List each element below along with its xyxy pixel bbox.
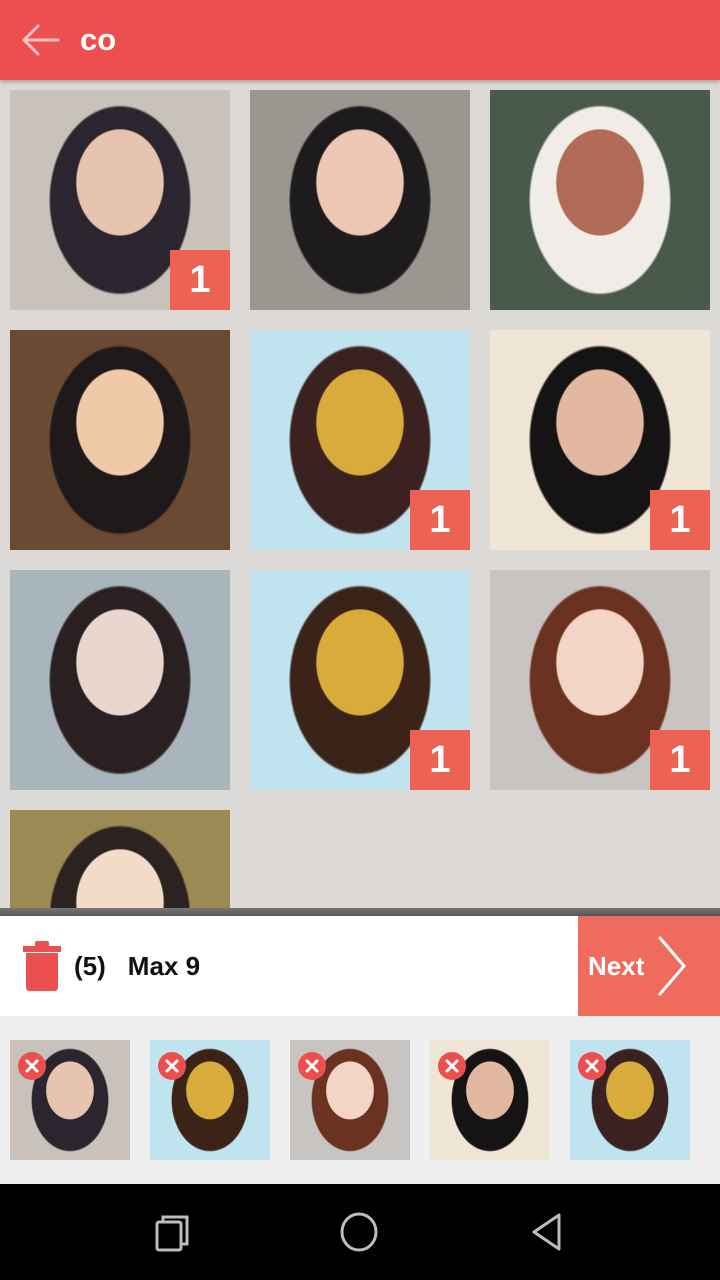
close-icon: [585, 1059, 599, 1073]
selected-photo-thumbnail[interactable]: [10, 1040, 130, 1160]
remove-photo-button[interactable]: [18, 1052, 46, 1080]
selected-photo-thumbnail[interactable]: [290, 1040, 410, 1160]
photo-picker-screen: co 1 1 1 1 1 (5) Max 9 Next: [0, 0, 720, 1280]
photo-grid: 1 1 1 1 1: [0, 80, 720, 916]
next-label: Next: [588, 950, 645, 981]
max-selection-label: Max 9: [127, 950, 201, 981]
arrow-left-icon: [22, 24, 60, 56]
selection-action-bar: (5) Max 9 Next: [0, 916, 720, 1016]
close-icon: [445, 1059, 459, 1073]
remove-photo-button[interactable]: [298, 1052, 326, 1080]
photo-tile[interactable]: 1: [10, 90, 230, 310]
selected-photo-thumbnail[interactable]: [430, 1040, 550, 1160]
trash-icon: [23, 941, 61, 991]
photo-thumbnail: [490, 90, 710, 310]
photo-tile[interactable]: 1: [490, 570, 710, 790]
home-button[interactable]: [329, 1202, 389, 1262]
photo-tile[interactable]: [250, 90, 470, 310]
photo-tile[interactable]: 1: [490, 330, 710, 550]
photo-tile[interactable]: [10, 810, 230, 916]
close-icon: [25, 1059, 39, 1073]
back-triangle-icon: [532, 1213, 561, 1251]
selection-count-badge: 1: [170, 250, 230, 310]
next-button[interactable]: Next: [578, 916, 720, 1016]
remove-photo-button[interactable]: [158, 1052, 186, 1080]
selection-count-badge: 1: [410, 490, 470, 550]
photo-tile[interactable]: 1: [250, 330, 470, 550]
photo-thumbnail: [10, 570, 230, 790]
photo-tile[interactable]: [490, 90, 710, 310]
page-title: co: [80, 22, 117, 57]
photo-thumbnail: [10, 810, 230, 916]
photo-tile[interactable]: [10, 330, 230, 550]
selected-photo-thumbnail[interactable]: [570, 1040, 690, 1160]
system-navigation-bar: [0, 1184, 720, 1280]
selected-photos-tray: [0, 1016, 720, 1184]
home-icon: [340, 1212, 378, 1252]
selected-photo-thumbnail[interactable]: [150, 1040, 270, 1160]
system-back-button[interactable]: [516, 1202, 576, 1262]
back-button[interactable]: [0, 0, 80, 80]
delete-button[interactable]: [22, 936, 62, 996]
remove-photo-button[interactable]: [578, 1052, 606, 1080]
selection-count-badge: 1: [410, 730, 470, 790]
photo-tile[interactable]: 1: [250, 570, 470, 790]
selected-count: (5): [74, 950, 106, 981]
photo-tile[interactable]: [10, 570, 230, 790]
remove-photo-button[interactable]: [438, 1052, 466, 1080]
close-icon: [165, 1059, 179, 1073]
selection-count-badge: 1: [650, 490, 710, 550]
photo-thumbnail: [250, 90, 470, 310]
divider-shadow: [0, 908, 720, 916]
recents-icon: [155, 1215, 189, 1252]
top-app-bar: co: [0, 0, 720, 80]
chevron-right-icon: [658, 936, 687, 996]
recents-button[interactable]: [142, 1202, 202, 1262]
photo-thumbnail: [10, 330, 230, 550]
selection-count-badge: 1: [650, 730, 710, 790]
close-icon: [305, 1059, 319, 1073]
